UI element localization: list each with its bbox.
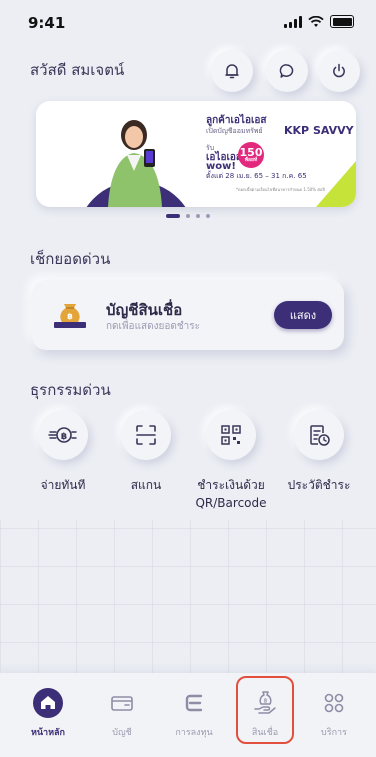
tab-label: หน้าหลัก bbox=[30, 728, 66, 738]
promo-brand: KKP SAVVY bbox=[284, 124, 354, 137]
baht-pay-icon: ฿ bbox=[48, 427, 77, 443]
notification-button[interactable] bbox=[211, 50, 253, 92]
tab-services[interactable]: บริการ bbox=[304, 679, 364, 743]
promo-banner[interactable]: ลูกค้าเอไอเอส เปิดบัญชีออมทรัพย์ KKP SAV… bbox=[36, 101, 356, 207]
quick-action-icon-wrap bbox=[294, 410, 344, 460]
banner-corner-accent bbox=[316, 161, 356, 207]
card-subtitle: กดเพื่อแสดงยอดชำระ bbox=[106, 321, 200, 332]
money-bag-icon: ฿ bbox=[54, 304, 86, 328]
greeting-text: สวัสดี สมเจตน์ bbox=[30, 61, 125, 79]
promo-wow-logo: เอไอเอส wow! bbox=[206, 152, 242, 172]
svg-text:฿: ฿ bbox=[61, 432, 67, 442]
status-icons bbox=[284, 15, 354, 28]
tab-icon-wrap bbox=[32, 687, 64, 719]
bottom-tab-bar: หน้าหลัก บัญชี การลงทุน ฿ สินเชื่อ บริกา… bbox=[0, 673, 376, 757]
tab-home[interactable]: หน้าหลัก bbox=[18, 679, 78, 743]
signal-icon bbox=[284, 15, 302, 28]
status-time: 9:41 bbox=[28, 14, 66, 32]
scan-icon bbox=[136, 425, 156, 445]
quick-action-scan[interactable]: สแกน bbox=[110, 410, 182, 494]
quick-action-label: ชำระเงินด้วย QR/Barcode bbox=[195, 478, 267, 510]
status-bar: 9:41 bbox=[0, 0, 376, 40]
history-icon bbox=[310, 425, 330, 446]
chat-button[interactable] bbox=[266, 50, 308, 92]
promo-person-illustration bbox=[108, 120, 162, 207]
quick-action-icon-wrap bbox=[121, 410, 171, 460]
quick-action-pay-now[interactable]: ฿ จ่ายทันที bbox=[27, 410, 99, 494]
chat-icon bbox=[279, 64, 294, 78]
logout-button[interactable] bbox=[318, 50, 360, 92]
tab-icon-wrap: ฿ bbox=[249, 687, 281, 719]
quick-action-label: จ่ายทันที bbox=[40, 478, 86, 492]
quick-action-label: สแกน bbox=[130, 478, 162, 492]
svg-text:฿: ฿ bbox=[67, 312, 73, 321]
qr-code-icon bbox=[221, 425, 241, 445]
promo-points-badge: 150 พ้อยท์ bbox=[238, 142, 264, 168]
wifi-icon bbox=[308, 15, 324, 27]
quick-action-payment-history[interactable]: ประวัติชำระ bbox=[283, 410, 355, 494]
tab-icon-wrap bbox=[106, 687, 138, 719]
carousel-dot[interactable] bbox=[206, 214, 210, 218]
investment-icon bbox=[185, 694, 203, 712]
loan-icon: ฿ bbox=[254, 691, 276, 714]
tab-accounts[interactable]: บัญชี bbox=[92, 679, 152, 743]
battery-icon bbox=[330, 15, 354, 28]
tab-label: สินเชื่อ bbox=[251, 728, 279, 738]
tab-icon-wrap bbox=[318, 687, 350, 719]
quick-action-icon-wrap bbox=[206, 410, 256, 460]
tab-label: การลงทุน bbox=[175, 728, 213, 738]
tab-loans[interactable]: ฿ สินเชื่อ bbox=[235, 679, 295, 743]
promo-subtitle: เปิดบัญชีออมทรัพย์ bbox=[206, 127, 263, 135]
carousel-dot[interactable] bbox=[196, 214, 200, 218]
carousel-dot[interactable] bbox=[166, 214, 180, 218]
tab-investment[interactable]: การลงทุน bbox=[164, 679, 224, 743]
quick-actions-title: ธุรกรรมด่วน bbox=[30, 381, 111, 399]
svg-text:฿: ฿ bbox=[264, 698, 268, 705]
tab-label: บริการ bbox=[321, 728, 347, 738]
quick-action-qr-payment[interactable]: ชำระเงินด้วย QR/Barcode bbox=[195, 410, 267, 512]
tab-label: บัญชี bbox=[112, 728, 132, 738]
bell-icon bbox=[225, 64, 239, 79]
carousel-indicator bbox=[0, 214, 376, 218]
home-icon bbox=[33, 688, 63, 718]
quick-check-title: เช็กยอดด่วน bbox=[30, 250, 111, 268]
carousel-dot[interactable] bbox=[186, 214, 190, 218]
power-icon bbox=[333, 63, 345, 78]
tab-icon-wrap bbox=[178, 687, 210, 719]
promo-date: ตั้งแต่ 28 เม.ย. 65 – 31 ก.ค. 65 bbox=[206, 172, 307, 180]
services-icon bbox=[324, 693, 344, 713]
loan-account-card[interactable]: ฿ บัญชีสินเชื่อ กดเพื่อแสดงยอดชำระ แสดง bbox=[32, 280, 344, 350]
promo-badge-unit: พ้อยท์ bbox=[244, 157, 258, 163]
quick-action-label: ประวัติชำระ bbox=[287, 478, 351, 492]
quick-action-icon-wrap: ฿ bbox=[38, 410, 88, 460]
promo-footnote: *ดอกเบี้ยตามเงื่อนไขที่ธนาคารกำหนด 1.50%… bbox=[236, 187, 325, 192]
show-balance-button[interactable]: แสดง bbox=[274, 301, 332, 329]
wallet-icon bbox=[111, 696, 133, 711]
